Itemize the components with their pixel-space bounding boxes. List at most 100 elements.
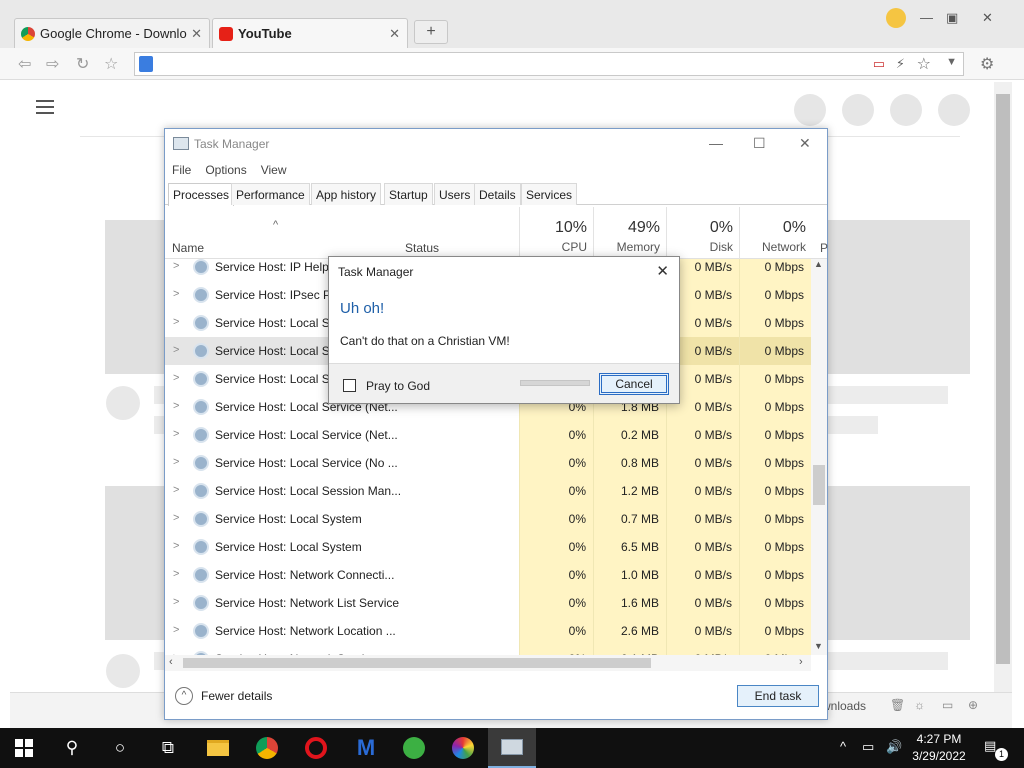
header-name[interactable]: Name [172, 241, 204, 255]
reload-icon[interactable]: ↻ [76, 54, 89, 74]
close-tab-icon[interactable]: ✕ [389, 26, 400, 42]
expand-chevron-icon[interactable]: > [173, 344, 179, 356]
expand-chevron-icon[interactable]: > [173, 288, 179, 300]
table-row[interactable]: > Service Host: Local System 0% 6.5 MB 0 MB/… [165, 533, 811, 561]
color-wheel-icon[interactable] [439, 728, 487, 768]
close-tab-icon[interactable]: ✕ [191, 26, 202, 42]
table-row[interactable]: > Service Host: Network List Service 0% 1.6… [165, 589, 811, 617]
file-explorer-icon[interactable] [194, 728, 242, 768]
close-icon[interactable]: ✕ [799, 135, 811, 152]
expand-chevron-icon[interactable]: > [173, 624, 179, 636]
expand-chevron-icon[interactable]: > [173, 372, 179, 384]
avatar[interactable] [794, 94, 826, 126]
tab-processes[interactable]: Processes [168, 183, 235, 206]
avatar[interactable] [842, 94, 874, 126]
scroll-up-icon[interactable]: ▲ [814, 259, 823, 269]
table-row[interactable]: > Service Host: Network Location ... 0% 2.6… [165, 617, 811, 645]
back-icon[interactable]: ⇦ [18, 54, 31, 74]
tab-app-history[interactable]: App history [311, 183, 382, 205]
table-row[interactable]: > Service Host: Network Connecti... 0% 1.0 … [165, 561, 811, 589]
header-disk[interactable]: 0% Disk [666, 207, 739, 259]
bulb-icon[interactable]: ☼ [914, 698, 925, 712]
scrollbar-thumb[interactable] [996, 94, 1010, 664]
downloads-label[interactable]: wnloads [822, 699, 866, 713]
tab-chrome-download[interactable]: Google Chrome - Downlo ✕ [14, 18, 210, 48]
expand-chevron-icon[interactable]: > [173, 512, 179, 524]
opera-icon[interactable] [292, 728, 340, 768]
maximize-icon[interactable]: ▣ [946, 10, 958, 26]
network-icon[interactable]: ▭ [862, 739, 874, 755]
end-task-button[interactable]: End task [737, 685, 819, 707]
maximize-icon[interactable]: ☐ [753, 135, 766, 152]
page-scrollbar[interactable] [994, 82, 1012, 692]
cast-icon[interactable]: ▭ [873, 56, 885, 72]
scroll-right-icon[interactable]: › [799, 656, 803, 668]
table-row[interactable]: > Service Host: Local Service (Net... 0% 0.… [165, 421, 811, 449]
tab-performance[interactable]: Performance [231, 183, 310, 205]
minimize-icon[interactable]: — [709, 135, 723, 151]
expand-chevron-icon[interactable]: > [173, 484, 179, 496]
table-row[interactable]: > Service Host: Local Session Man... 0% 1.2… [165, 477, 811, 505]
task-view-icon[interactable]: ⧉ [144, 728, 192, 768]
search-icon[interactable]: ⚲ [48, 728, 96, 768]
close-window-icon[interactable]: ✕ [982, 10, 993, 26]
window-icon[interactable]: ▭ [942, 698, 953, 712]
expand-chevron-icon[interactable]: > [173, 540, 179, 552]
minimize-icon[interactable]: — [920, 10, 933, 25]
lightning-icon[interactable]: ⚡ [896, 56, 905, 72]
update-icon[interactable] [390, 728, 438, 768]
header-memory[interactable]: 49% Memory [593, 207, 666, 259]
new-tab-button[interactable]: + [414, 20, 448, 44]
header-cpu[interactable]: 10% CPU [519, 207, 593, 259]
zoom-icon[interactable]: ⊕ [968, 698, 978, 712]
bookmark-star-icon[interactable]: ☆ [917, 54, 931, 74]
expand-chevron-icon[interactable]: > [173, 316, 179, 328]
volume-icon[interactable]: 🔊 [886, 739, 902, 755]
menu-view[interactable]: View [261, 159, 287, 181]
expand-chevron-icon[interactable]: > [173, 596, 179, 608]
expand-chevron-icon[interactable]: > [173, 260, 179, 272]
pray-checkbox[interactable] [343, 379, 356, 392]
table-row[interactable]: > Service Host: Local System 0% 0.7 MB 0 MB/… [165, 505, 811, 533]
task-manager-taskbar-icon[interactable] [488, 728, 536, 768]
profile-icon[interactable] [886, 8, 906, 28]
tab-youtube[interactable]: YouTube ✕ [212, 18, 408, 48]
expand-chevron-icon[interactable]: > [173, 568, 179, 580]
table-row[interactable]: > Service Host: Local Service (No ... 0% 0.… [165, 449, 811, 477]
menu-file[interactable]: File [172, 159, 191, 181]
trash-icon[interactable]: 🗑 [890, 698, 905, 712]
menu-options[interactable]: Options [205, 159, 246, 181]
avatar[interactable] [938, 94, 970, 126]
close-icon[interactable]: ✕ [656, 262, 669, 280]
list-horizontal-scrollbar[interactable]: ‹ › [165, 655, 811, 671]
list-vertical-scrollbar[interactable]: ▲ ▼ [811, 259, 827, 655]
chevron-up-icon[interactable]: ^ [840, 739, 846, 754]
expand-chevron-icon[interactable]: > [173, 428, 179, 440]
table-row[interactable]: >Service Host: Network Service0%0.1 MB0 … [165, 645, 811, 655]
tab-services[interactable]: Services [521, 183, 578, 205]
scroll-left-icon[interactable]: ‹ [169, 656, 173, 668]
address-bar[interactable]: ▭ ⚡ ☆ ▼ [134, 52, 964, 76]
expand-chevron-icon[interactable]: > [173, 400, 179, 412]
start-button[interactable] [0, 728, 48, 768]
scrollbar-thumb[interactable] [813, 465, 825, 505]
cancel-button[interactable]: Cancel [599, 373, 669, 395]
dropdown-icon[interactable]: ▼ [946, 56, 957, 68]
cortana-icon[interactable]: ○ [96, 728, 144, 768]
malwarebytes-icon[interactable]: M [342, 728, 390, 768]
tab-details[interactable]: Details [474, 183, 521, 205]
header-status[interactable]: Status [405, 241, 439, 255]
tab-startup[interactable]: Startup [384, 183, 433, 205]
menu-icon[interactable] [36, 100, 54, 102]
chrome-icon[interactable] [243, 728, 291, 768]
forward-icon[interactable]: ⇨ [46, 54, 59, 74]
clock[interactable]: 4:27 PM 3/29/2022 [906, 731, 972, 765]
scrollbar-thumb[interactable] [183, 658, 651, 668]
home-star-icon[interactable]: ☆ [104, 54, 118, 74]
expand-chevron-icon[interactable]: > [173, 456, 179, 468]
checkbox-label[interactable]: Pray to God [366, 379, 430, 393]
scroll-down-icon[interactable]: ▼ [814, 641, 823, 651]
header-power[interactable]: P [820, 241, 828, 255]
wrench-icon[interactable]: ⚙ [980, 54, 994, 74]
header-network[interactable]: 0% Network [739, 207, 812, 259]
